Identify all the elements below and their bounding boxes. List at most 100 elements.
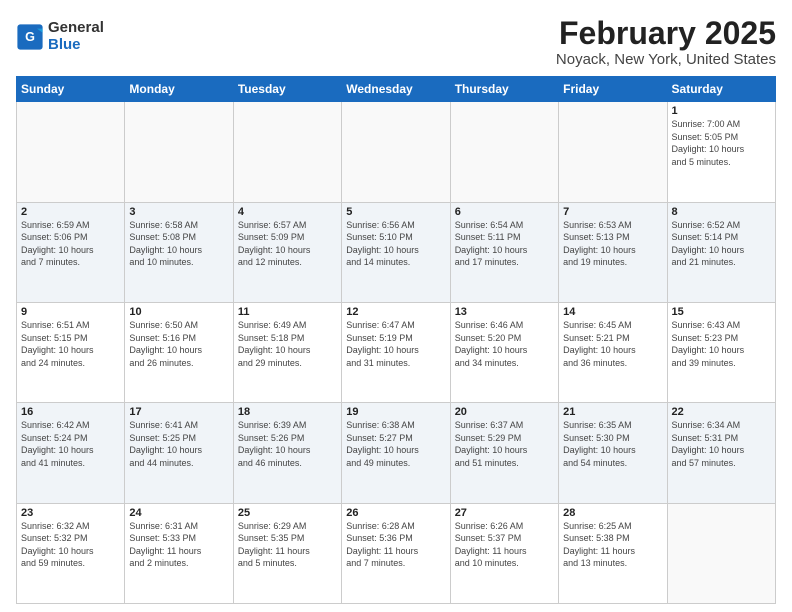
day-number: 21 [563, 406, 662, 418]
day-info: Sunrise: 6:53 AM Sunset: 5:13 PM Dayligh… [563, 219, 662, 269]
day-info: Sunrise: 6:45 AM Sunset: 5:21 PM Dayligh… [563, 319, 662, 369]
day-number: 19 [346, 406, 445, 418]
table-row: 3Sunrise: 6:58 AM Sunset: 5:08 PM Daylig… [125, 202, 233, 302]
day-info: Sunrise: 6:28 AM Sunset: 5:36 PM Dayligh… [346, 520, 445, 570]
table-row: 27Sunrise: 6:26 AM Sunset: 5:37 PM Dayli… [450, 503, 558, 603]
day-number: 25 [238, 507, 337, 519]
day-number: 23 [21, 507, 120, 519]
day-number: 10 [129, 306, 228, 318]
day-number: 11 [238, 306, 337, 318]
table-row [667, 503, 775, 603]
day-number: 9 [21, 306, 120, 318]
table-row: 18Sunrise: 6:39 AM Sunset: 5:26 PM Dayli… [233, 403, 341, 503]
svg-text:G: G [25, 30, 35, 44]
table-row: 20Sunrise: 6:37 AM Sunset: 5:29 PM Dayli… [450, 403, 558, 503]
day-info: Sunrise: 6:26 AM Sunset: 5:37 PM Dayligh… [455, 520, 554, 570]
table-row: 16Sunrise: 6:42 AM Sunset: 5:24 PM Dayli… [17, 403, 125, 503]
day-info: Sunrise: 6:35 AM Sunset: 5:30 PM Dayligh… [563, 419, 662, 469]
day-info: Sunrise: 6:57 AM Sunset: 5:09 PM Dayligh… [238, 219, 337, 269]
day-number: 28 [563, 507, 662, 519]
logo: G General Blue [16, 20, 104, 53]
day-info: Sunrise: 6:58 AM Sunset: 5:08 PM Dayligh… [129, 219, 228, 269]
table-row: 26Sunrise: 6:28 AM Sunset: 5:36 PM Dayli… [342, 503, 450, 603]
header-wednesday: Wednesday [342, 77, 450, 102]
table-row: 15Sunrise: 6:43 AM Sunset: 5:23 PM Dayli… [667, 302, 775, 402]
table-row: 17Sunrise: 6:41 AM Sunset: 5:25 PM Dayli… [125, 403, 233, 503]
table-row: 5Sunrise: 6:56 AM Sunset: 5:10 PM Daylig… [342, 202, 450, 302]
header: G General Blue February 2025 Noyack, New… [16, 16, 776, 68]
calendar-week-1: 2Sunrise: 6:59 AM Sunset: 5:06 PM Daylig… [17, 202, 776, 302]
calendar-week-2: 9Sunrise: 6:51 AM Sunset: 5:15 PM Daylig… [17, 302, 776, 402]
day-number: 27 [455, 507, 554, 519]
day-info: Sunrise: 6:34 AM Sunset: 5:31 PM Dayligh… [672, 419, 771, 469]
logo-blue-text: Blue [48, 37, 104, 54]
table-row: 19Sunrise: 6:38 AM Sunset: 5:27 PM Dayli… [342, 403, 450, 503]
day-info: Sunrise: 6:38 AM Sunset: 5:27 PM Dayligh… [346, 419, 445, 469]
table-row [342, 102, 450, 202]
logo-general-text: General [48, 20, 104, 37]
day-info: Sunrise: 6:43 AM Sunset: 5:23 PM Dayligh… [672, 319, 771, 369]
day-number: 1 [672, 105, 771, 117]
header-saturday: Saturday [667, 77, 775, 102]
table-row: 4Sunrise: 6:57 AM Sunset: 5:09 PM Daylig… [233, 202, 341, 302]
table-row: 1Sunrise: 7:00 AM Sunset: 5:05 PM Daylig… [667, 102, 775, 202]
table-row [125, 102, 233, 202]
day-number: 8 [672, 206, 771, 218]
day-info: Sunrise: 6:29 AM Sunset: 5:35 PM Dayligh… [238, 520, 337, 570]
day-info: Sunrise: 6:42 AM Sunset: 5:24 PM Dayligh… [21, 419, 120, 469]
calendar-week-3: 16Sunrise: 6:42 AM Sunset: 5:24 PM Dayli… [17, 403, 776, 503]
day-info: Sunrise: 6:54 AM Sunset: 5:11 PM Dayligh… [455, 219, 554, 269]
title-block: February 2025 Noyack, New York, United S… [556, 16, 776, 68]
day-info: Sunrise: 6:39 AM Sunset: 5:26 PM Dayligh… [238, 419, 337, 469]
day-number: 26 [346, 507, 445, 519]
calendar-header-row: Sunday Monday Tuesday Wednesday Thursday… [17, 77, 776, 102]
day-info: Sunrise: 6:31 AM Sunset: 5:33 PM Dayligh… [129, 520, 228, 570]
day-info: Sunrise: 6:41 AM Sunset: 5:25 PM Dayligh… [129, 419, 228, 469]
table-row [450, 102, 558, 202]
table-row [17, 102, 125, 202]
day-number: 2 [21, 206, 120, 218]
day-info: Sunrise: 6:49 AM Sunset: 5:18 PM Dayligh… [238, 319, 337, 369]
table-row: 12Sunrise: 6:47 AM Sunset: 5:19 PM Dayli… [342, 302, 450, 402]
table-row: 13Sunrise: 6:46 AM Sunset: 5:20 PM Dayli… [450, 302, 558, 402]
table-row: 24Sunrise: 6:31 AM Sunset: 5:33 PM Dayli… [125, 503, 233, 603]
day-number: 12 [346, 306, 445, 318]
day-number: 18 [238, 406, 337, 418]
day-number: 22 [672, 406, 771, 418]
day-number: 13 [455, 306, 554, 318]
header-sunday: Sunday [17, 77, 125, 102]
day-info: Sunrise: 6:32 AM Sunset: 5:32 PM Dayligh… [21, 520, 120, 570]
day-info: Sunrise: 6:47 AM Sunset: 5:19 PM Dayligh… [346, 319, 445, 369]
calendar-subtitle: Noyack, New York, United States [556, 51, 776, 68]
table-row: 8Sunrise: 6:52 AM Sunset: 5:14 PM Daylig… [667, 202, 775, 302]
table-row: 21Sunrise: 6:35 AM Sunset: 5:30 PM Dayli… [559, 403, 667, 503]
table-row: 9Sunrise: 6:51 AM Sunset: 5:15 PM Daylig… [17, 302, 125, 402]
page: G General Blue February 2025 Noyack, New… [0, 0, 792, 612]
table-row: 10Sunrise: 6:50 AM Sunset: 5:16 PM Dayli… [125, 302, 233, 402]
day-info: Sunrise: 7:00 AM Sunset: 5:05 PM Dayligh… [672, 118, 771, 168]
header-monday: Monday [125, 77, 233, 102]
day-info: Sunrise: 6:59 AM Sunset: 5:06 PM Dayligh… [21, 219, 120, 269]
day-info: Sunrise: 6:56 AM Sunset: 5:10 PM Dayligh… [346, 219, 445, 269]
day-number: 3 [129, 206, 228, 218]
table-row: 14Sunrise: 6:45 AM Sunset: 5:21 PM Dayli… [559, 302, 667, 402]
day-number: 14 [563, 306, 662, 318]
day-number: 17 [129, 406, 228, 418]
day-number: 7 [563, 206, 662, 218]
table-row [233, 102, 341, 202]
table-row: 7Sunrise: 6:53 AM Sunset: 5:13 PM Daylig… [559, 202, 667, 302]
table-row: 25Sunrise: 6:29 AM Sunset: 5:35 PM Dayli… [233, 503, 341, 603]
day-info: Sunrise: 6:46 AM Sunset: 5:20 PM Dayligh… [455, 319, 554, 369]
table-row: 22Sunrise: 6:34 AM Sunset: 5:31 PM Dayli… [667, 403, 775, 503]
day-number: 5 [346, 206, 445, 218]
day-number: 15 [672, 306, 771, 318]
day-number: 4 [238, 206, 337, 218]
calendar-title: February 2025 [556, 16, 776, 51]
day-info: Sunrise: 6:51 AM Sunset: 5:15 PM Dayligh… [21, 319, 120, 369]
table-row: 28Sunrise: 6:25 AM Sunset: 5:38 PM Dayli… [559, 503, 667, 603]
day-number: 6 [455, 206, 554, 218]
logo-icon: G [16, 23, 44, 51]
table-row: 6Sunrise: 6:54 AM Sunset: 5:11 PM Daylig… [450, 202, 558, 302]
day-number: 20 [455, 406, 554, 418]
calendar-week-0: 1Sunrise: 7:00 AM Sunset: 5:05 PM Daylig… [17, 102, 776, 202]
